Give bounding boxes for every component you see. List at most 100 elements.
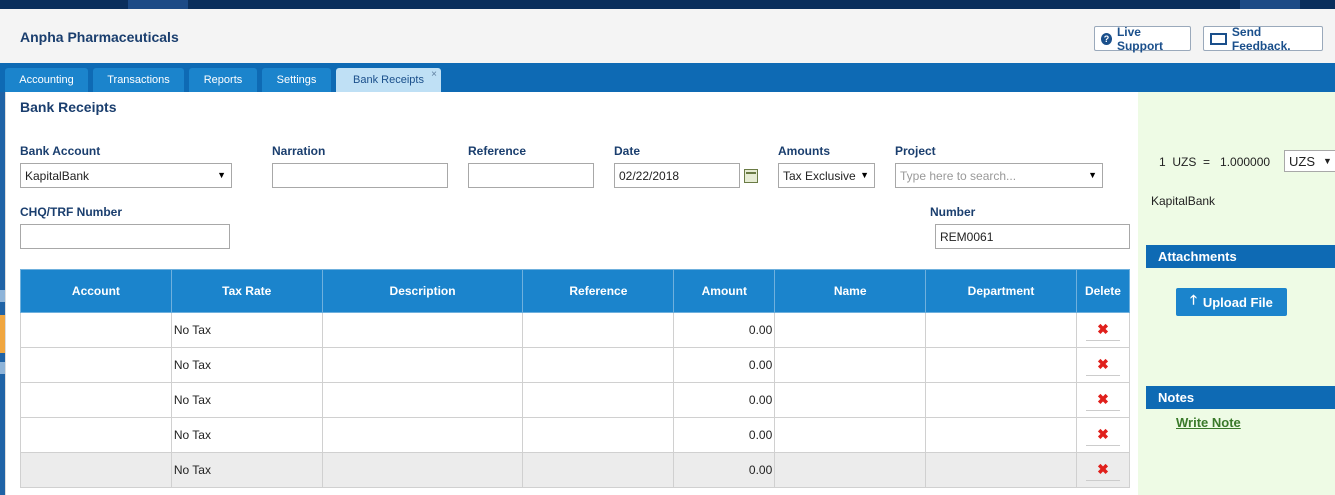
delete-row-icon[interactable]: ✖	[1085, 459, 1120, 481]
reference-input[interactable]	[468, 163, 594, 188]
top-nav-segment[interactable]	[1240, 0, 1300, 9]
currency-select[interactable]: UZS ▼	[1284, 150, 1335, 172]
department-cell[interactable]	[925, 452, 1077, 488]
description-cell[interactable]	[321, 347, 524, 383]
top-nav-active-segment[interactable]	[128, 0, 188, 9]
column-header-amount: Amount	[673, 269, 776, 313]
date-input[interactable]: 02/22/2018	[614, 163, 740, 188]
receipt-lines-table: Account Tax Rate Description Reference A…	[20, 269, 1131, 488]
tab-bank-receipts[interactable]: Bank Receipts ×	[336, 68, 441, 92]
amount-cell[interactable]: 0.00	[673, 347, 776, 383]
department-cell[interactable]	[925, 312, 1077, 348]
close-tab-icon[interactable]: ×	[431, 69, 437, 80]
amounts-value: Tax Exclusive	[783, 168, 856, 183]
dropdown-arrow-icon: ▼	[860, 170, 869, 180]
table-row: No Tax 0.00 ✖	[20, 417, 1131, 453]
date-label: Date	[614, 144, 641, 158]
dropdown-arrow-icon: ▼	[1088, 170, 1097, 180]
bank-account-select[interactable]: KapitalBank ▼	[20, 163, 232, 188]
delete-cell: ✖	[1075, 382, 1131, 418]
column-header-tax-rate: Tax Rate	[170, 269, 323, 313]
name-cell[interactable]	[774, 452, 927, 488]
table-row: No Tax 0.00 ✖	[20, 452, 1131, 488]
calendar-icon[interactable]	[744, 169, 758, 183]
upload-file-button[interactable]: 🡑 Upload File	[1176, 288, 1287, 316]
account-cell[interactable]	[20, 347, 172, 383]
reference-cell[interactable]	[522, 382, 675, 418]
delete-cell: ✖	[1075, 452, 1131, 488]
chq-trf-label: CHQ/TRF Number	[20, 205, 122, 219]
name-cell[interactable]	[774, 312, 927, 348]
name-cell[interactable]	[774, 382, 927, 418]
selected-bank-name: KapitalBank	[1151, 194, 1216, 208]
reference-cell[interactable]	[522, 417, 675, 453]
write-note-link[interactable]: Write Note	[1176, 415, 1241, 430]
number-label: Number	[930, 205, 976, 219]
project-label: Project	[895, 144, 936, 158]
delete-cell: ✖	[1075, 417, 1131, 453]
name-cell[interactable]	[774, 347, 927, 383]
bank-receipt-form: Bank Receipts Bank Account KapitalBank ▼…	[5, 92, 1138, 495]
amount-cell[interactable]: 0.00	[673, 452, 776, 488]
description-cell[interactable]	[321, 417, 524, 453]
tab-accounting[interactable]: Accounting	[5, 68, 88, 92]
dropdown-arrow-icon: ▼	[1323, 156, 1332, 166]
app-header: Anpha Pharmaceuticals ? Live Support Sen…	[0, 9, 1335, 63]
amounts-select[interactable]: Tax Exclusive ▼	[778, 163, 875, 188]
right-sidebar: 1 UZS = 1.000000 UZS ▼ KapitalBank Attac…	[1138, 92, 1335, 495]
dropdown-arrow-icon: ▼	[217, 170, 226, 180]
tab-settings[interactable]: Settings	[262, 68, 331, 92]
description-cell[interactable]	[321, 452, 524, 488]
table-row: No Tax 0.00 ✖	[20, 347, 1131, 383]
amount-cell[interactable]: 0.00	[673, 312, 776, 348]
project-search-select[interactable]: Type here to search... ▼	[895, 163, 1103, 188]
account-cell[interactable]	[20, 417, 172, 453]
department-cell[interactable]	[925, 347, 1077, 383]
tax-rate-cell[interactable]: No Tax	[170, 452, 323, 488]
tab-reports[interactable]: Reports	[189, 68, 257, 92]
reference-cell[interactable]	[522, 347, 675, 383]
tab-transactions[interactable]: Transactions	[93, 68, 184, 92]
bank-account-value: KapitalBank	[25, 168, 90, 183]
department-cell[interactable]	[925, 417, 1077, 453]
table-row: No Tax 0.00 ✖	[20, 382, 1131, 418]
mail-icon	[1210, 32, 1227, 45]
delete-row-icon[interactable]: ✖	[1085, 424, 1120, 446]
reference-cell[interactable]	[522, 312, 675, 348]
column-header-account: Account	[20, 269, 172, 313]
tax-rate-cell[interactable]: No Tax	[170, 417, 323, 453]
send-feedback-button[interactable]: Send Feedback.	[1203, 25, 1323, 53]
column-header-delete: Delete	[1075, 269, 1131, 313]
column-header-description: Description	[321, 269, 524, 313]
reference-cell[interactable]	[522, 452, 675, 488]
delete-row-icon[interactable]: ✖	[1085, 354, 1120, 376]
delete-row-icon[interactable]: ✖	[1085, 319, 1120, 341]
account-cell[interactable]	[20, 452, 172, 488]
live-support-button[interactable]: ? Live Support	[1094, 25, 1191, 53]
delete-cell: ✖	[1075, 312, 1131, 348]
number-input[interactable]: REM0061	[935, 224, 1130, 249]
company-name: Anpha Pharmaceuticals	[20, 29, 179, 45]
amount-cell[interactable]: 0.00	[673, 382, 776, 418]
column-header-department: Department	[925, 269, 1077, 313]
account-cell[interactable]	[20, 312, 172, 348]
narration-input[interactable]	[272, 163, 448, 188]
chq-trf-input[interactable]	[20, 224, 230, 249]
page-title: Bank Receipts	[20, 99, 117, 115]
account-cell[interactable]	[20, 382, 172, 418]
description-cell[interactable]	[321, 382, 524, 418]
bank-account-label: Bank Account	[20, 144, 101, 158]
tax-rate-cell[interactable]: No Tax	[170, 312, 323, 348]
reference-label: Reference	[468, 144, 527, 158]
tax-rate-cell[interactable]: No Tax	[170, 382, 323, 418]
tax-rate-cell[interactable]: No Tax	[170, 347, 323, 383]
upload-arrow-icon: 🡑	[1190, 292, 1197, 307]
department-cell[interactable]	[925, 382, 1077, 418]
name-cell[interactable]	[774, 417, 927, 453]
notes-header: Notes	[1146, 386, 1335, 409]
amount-cell[interactable]: 0.00	[673, 417, 776, 453]
exchange-rate-text: 1 UZS = 1.000000	[1159, 155, 1271, 169]
description-cell[interactable]	[321, 312, 524, 348]
delete-row-icon[interactable]: ✖	[1085, 389, 1120, 411]
help-icon: ?	[1101, 32, 1112, 45]
